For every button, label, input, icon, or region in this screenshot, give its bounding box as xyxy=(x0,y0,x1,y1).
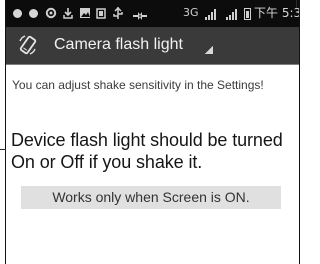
sync-icon xyxy=(96,8,106,19)
settings-icon xyxy=(45,7,57,19)
app-title-selector[interactable]: Camera flash light xyxy=(54,34,224,58)
image-icon xyxy=(80,8,90,18)
notification-dot-icon xyxy=(13,9,22,18)
usb-icon xyxy=(113,6,123,19)
settings-hint-text: You can adjust shake sensitivity in the … xyxy=(12,78,264,92)
status-bar: 3G 下午 5:33 xyxy=(6,0,299,27)
mobile-data-icon xyxy=(133,12,147,20)
phone-screen: 3G 下午 5:33 xyxy=(6,0,299,264)
notification-dot-icon xyxy=(29,9,38,18)
shake-instruction-text: Device flash light should be turned On o… xyxy=(11,130,283,172)
download-icon xyxy=(63,8,73,19)
screenshot-frame: 3G 下午 5:33 xyxy=(0,0,304,264)
phone-right-edge xyxy=(299,0,300,264)
main-content: You can adjust shake sensitivity in the … xyxy=(6,65,299,264)
network-type-label: 3G xyxy=(183,6,199,19)
dropdown-corner-icon xyxy=(205,46,213,54)
battery-icon xyxy=(244,8,251,20)
status-time: 下午 5:33 xyxy=(254,6,299,20)
outside-left-mark xyxy=(0,149,6,150)
app-title: Camera flash light xyxy=(54,36,183,53)
outside-top-mark xyxy=(296,0,297,8)
second-signal-icon xyxy=(226,9,238,20)
app-action-bar: Camera flash light xyxy=(6,27,299,65)
screen-on-notice: Works only when Screen is ON. xyxy=(21,186,281,209)
signal-icon xyxy=(205,9,217,20)
rotate-phone-icon[interactable] xyxy=(17,34,39,56)
